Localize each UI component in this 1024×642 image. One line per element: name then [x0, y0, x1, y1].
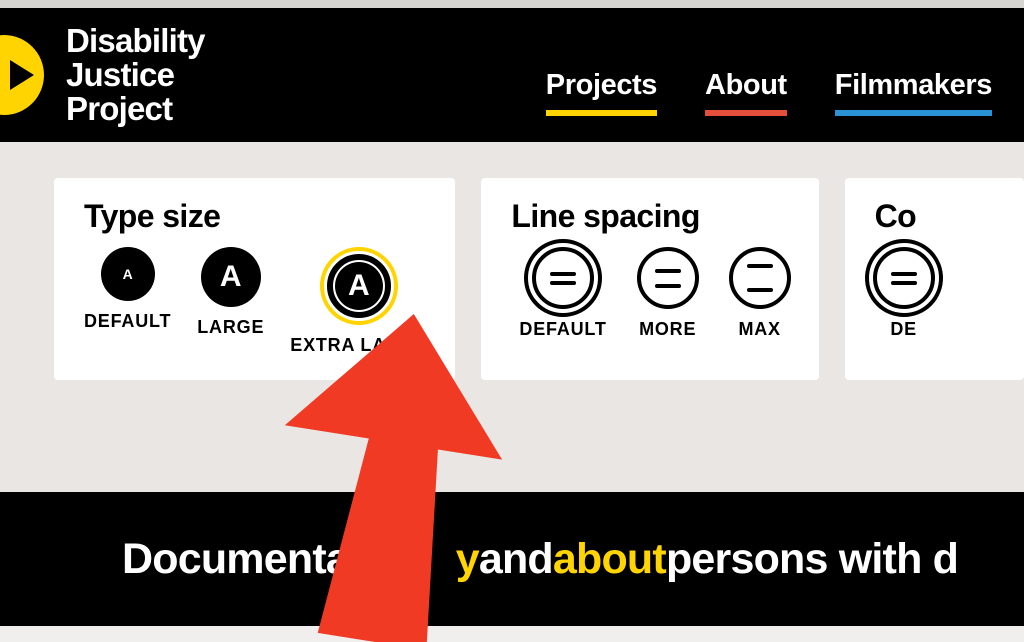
- line-spacing-title: Line spacing: [511, 198, 790, 235]
- type-size-default-label: DEFAULT: [84, 311, 171, 332]
- line-spacing-options: DEFAULT MORE MAX: [509, 247, 790, 340]
- type-size-default[interactable]: A DEFAULT: [84, 247, 171, 332]
- play-icon: [0, 35, 44, 115]
- line-spacing-default-icon: [532, 247, 594, 309]
- line-spacing-max-icon: [729, 247, 791, 309]
- accessibility-settings: Type size A DEFAULT A LARGE A EXTRA LARG…: [0, 142, 1024, 508]
- type-size-title: Type size: [84, 198, 427, 235]
- type-size-extra-large[interactable]: A EXTRA LARGE: [290, 247, 427, 356]
- org-name: Disability Justice Project: [66, 24, 205, 126]
- color-options: DE: [873, 247, 996, 340]
- nav-filmmakers[interactable]: Filmmakers: [835, 69, 992, 116]
- primary-nav: Projects About Filmmakers: [546, 69, 992, 142]
- nav-projects[interactable]: Projects: [546, 69, 657, 116]
- tagline-bar: Documentaries y and about persons with d: [0, 492, 1024, 626]
- line-spacing-more-icon: [637, 247, 699, 309]
- color-default-label: DE: [890, 319, 917, 340]
- tagline-part-2: and: [479, 535, 553, 584]
- letter-a-icon: A: [201, 247, 261, 307]
- site-header: Disability Justice Project Projects Abou…: [0, 8, 1024, 142]
- color-title: Co: [875, 198, 996, 235]
- tagline-gap: [422, 535, 455, 584]
- window-chrome-top: [0, 0, 1024, 8]
- color-card: Co DE: [845, 178, 1024, 380]
- tagline-part-3: persons with d: [666, 535, 958, 584]
- selected-ring-icon: A: [320, 247, 398, 325]
- nav-about[interactable]: About: [705, 69, 787, 116]
- type-size-large[interactable]: A LARGE: [197, 247, 264, 338]
- type-size-large-label: LARGE: [197, 317, 264, 338]
- tagline-accent-2: about: [553, 535, 666, 584]
- line-spacing-default[interactable]: DEFAULT: [519, 247, 606, 340]
- line-spacing-max[interactable]: MAX: [729, 247, 791, 340]
- type-size-options: A DEFAULT A LARGE A EXTRA LARGE: [82, 247, 427, 356]
- color-default[interactable]: DE: [873, 247, 935, 340]
- logo[interactable]: Disability Justice Project: [0, 8, 205, 142]
- line-spacing-default-label: DEFAULT: [519, 319, 606, 340]
- type-size-extra-large-label: EXTRA LARGE: [290, 335, 427, 356]
- line-spacing-more-label: MORE: [639, 319, 696, 340]
- line-spacing-max-label: MAX: [738, 319, 780, 340]
- org-line-2: Justice: [66, 56, 174, 93]
- letter-a-icon: A: [335, 262, 383, 310]
- type-size-card: Type size A DEFAULT A LARGE A EXTRA LARG…: [54, 178, 455, 380]
- line-spacing-more[interactable]: MORE: [637, 247, 699, 340]
- org-line-1: Disability: [66, 22, 205, 59]
- org-line-3: Project: [66, 90, 172, 127]
- tagline-part-1: Documentaries: [122, 535, 422, 584]
- tagline-accent-1: y: [456, 535, 479, 584]
- letter-a-icon: A: [101, 247, 155, 301]
- color-default-icon: [873, 247, 935, 309]
- line-spacing-card: Line spacing DEFAULT MORE MAX: [481, 178, 818, 380]
